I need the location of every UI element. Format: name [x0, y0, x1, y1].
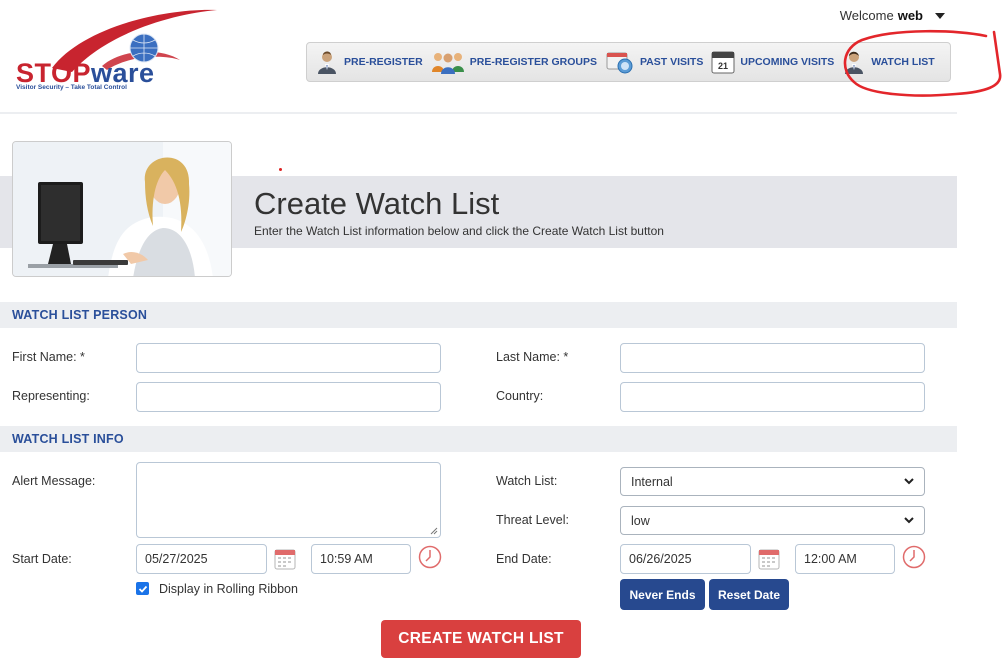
clock-icon[interactable] — [418, 545, 442, 569]
resize-handle-icon[interactable] — [430, 527, 438, 535]
last-name-label: Last Name: * — [496, 350, 569, 364]
logo-tagline: Visitor Security – Take Total Control — [16, 84, 127, 91]
watch-list-select[interactable]: Internal — [620, 467, 925, 496]
hero-image — [12, 141, 232, 277]
stopware-logo[interactable]: STOPware Visitor Security – Take Total C… — [12, 8, 222, 98]
nav-pre-register-groups[interactable]: PRE-REGISTER GROUPS — [427, 43, 601, 81]
calendar-icon[interactable] — [757, 547, 781, 571]
person-icon — [842, 50, 866, 74]
red-dot-mark — [279, 168, 282, 171]
end-time-input[interactable]: 12:00 AM — [795, 544, 895, 574]
calendar-icon[interactable] — [273, 547, 297, 571]
watch-list-selected: Internal — [631, 474, 673, 489]
representing-label: Representing: — [12, 389, 90, 403]
nav-label: WATCH LIST — [871, 56, 935, 68]
section-watch-list-person: WATCH LIST PERSON — [0, 302, 957, 328]
first-name-input[interactable] — [136, 343, 441, 373]
checkmark-icon — [138, 585, 147, 593]
rolling-ribbon-label: Display in Rolling Ribbon — [159, 582, 298, 596]
chevron-down-icon — [935, 12, 945, 19]
first-name-label: First Name: * — [12, 350, 85, 364]
calendar-21-icon: 21 — [711, 50, 735, 74]
threat-level-label: Threat Level: — [496, 513, 569, 527]
nav-label: UPCOMING VISITS — [740, 56, 835, 68]
start-date-label: Start Date: — [12, 552, 72, 566]
username: web — [897, 8, 923, 23]
page-title: Create Watch List — [254, 186, 500, 221]
main-nav: PRE-REGISTER PRE-REGISTER GROUPS PAST VI… — [306, 42, 951, 82]
watch-list-label: Watch List: — [496, 474, 558, 488]
reset-date-button[interactable]: Reset Date — [709, 579, 789, 610]
nav-upcoming-visits[interactable]: 21 UPCOMING VISITS — [707, 43, 838, 81]
section-watch-list-info: WATCH LIST INFO — [0, 426, 957, 452]
start-date-input[interactable]: 05/27/2025 — [136, 544, 267, 574]
country-input[interactable] — [620, 382, 925, 412]
nav-label: PAST VISITS — [639, 56, 704, 68]
end-date-label: End Date: — [496, 552, 552, 566]
alert-message-label: Alert Message: — [12, 474, 96, 488]
clock-icon[interactable] — [902, 545, 926, 569]
person-icon — [315, 50, 339, 74]
country-label: Country: — [496, 389, 544, 403]
nav-label: PRE-REGISTER — [344, 56, 423, 68]
nav-label: PRE-REGISTER GROUPS — [469, 56, 597, 68]
chevron-down-icon — [904, 478, 914, 485]
svg-text:21: 21 — [718, 61, 728, 71]
page: STOPware Visitor Security – Take Total C… — [0, 0, 1003, 660]
user-menu[interactable]: Welcome web — [840, 8, 945, 23]
group-icon — [431, 50, 465, 74]
representing-input[interactable] — [136, 382, 441, 412]
calendar-search-icon — [605, 50, 635, 74]
welcome-text: Welcome — [839, 8, 894, 23]
header-divider — [0, 112, 957, 114]
never-ends-button[interactable]: Never Ends — [620, 579, 705, 610]
rolling-ribbon-checkbox[interactable] — [136, 582, 149, 595]
create-watch-list-button[interactable]: CREATE WATCH LIST — [381, 620, 581, 658]
last-name-input[interactable] — [620, 343, 925, 373]
alert-message-textarea[interactable] — [136, 462, 441, 538]
threat-level-selected: low — [631, 513, 650, 528]
end-date-input[interactable]: 06/26/2025 — [620, 544, 751, 574]
nav-watch-list[interactable]: WATCH LIST — [838, 43, 938, 81]
nav-past-visits[interactable]: PAST VISITS — [601, 43, 707, 81]
page-subtitle: Enter the Watch List information below a… — [254, 224, 664, 238]
threat-level-select[interactable]: low — [620, 506, 925, 535]
start-time-input[interactable]: 10:59 AM — [311, 544, 411, 574]
nav-pre-register[interactable]: PRE-REGISTER — [311, 43, 427, 81]
chevron-down-icon — [904, 517, 914, 524]
